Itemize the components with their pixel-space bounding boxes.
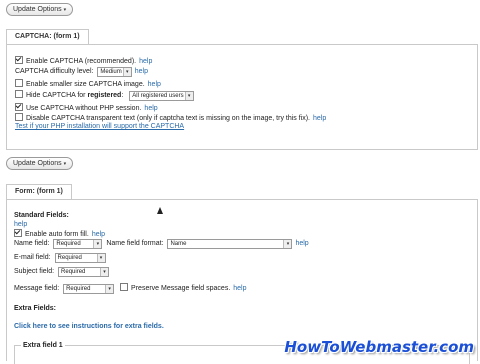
difficulty-row: CAPTCHA difficulty level: Medium ▾ help [15,67,148,77]
message-field-value: Required [66,286,91,292]
email-field-value: Required [57,255,82,261]
chevron-down-icon: ▾ [63,161,67,167]
help-link[interactable]: help [92,231,105,238]
chevron-down-icon: ▾ [184,92,193,100]
chevron-down-icon: ▾ [105,285,114,293]
autofill-row: Enable auto form fill. help [14,229,105,239]
test-php-link[interactable]: Test if your PHP installation will suppo… [15,123,184,130]
name-format-label: Name field format: [106,240,164,247]
update-options-label: Update Options [13,160,62,167]
mouse-cursor-icon [157,207,163,214]
autofill-checkbox[interactable] [14,229,22,237]
email-field-label: E-mail field: [14,254,51,261]
hide-captcha-select-value: All registered users [132,93,184,99]
email-field-row: E-mail field: Required ▾ [14,253,106,263]
help-link[interactable]: help [233,285,246,292]
name-format-select[interactable]: Name ▾ [167,239,293,249]
subject-field-label: Subject field: [14,268,55,275]
tab-captcha[interactable]: CAPTCHA: (form 1) [6,29,89,44]
name-format-value: Name [170,241,187,247]
transparent-checkbox[interactable] [15,113,23,121]
without-session-label: Use CAPTCHA without PHP session. [26,105,142,112]
difficulty-label: CAPTCHA difficulty level: [15,68,94,75]
without-session-checkbox[interactable] [15,103,23,111]
chevron-down-icon: ▾ [93,240,102,248]
message-field-row: Message field: Required ▾ Preserve Messag… [14,283,247,294]
watermark-logo: HowToWebmaster.com [284,338,474,356]
help-link[interactable]: help [139,58,152,65]
smaller-captcha-row: Enable smaller size CAPTCHA image. help [15,79,161,89]
test-link-row: Test if your PHP installation will suppo… [15,122,184,132]
update-options-button-2[interactable]: Update Options ▾ [6,157,74,170]
chevron-down-icon: ▾ [283,240,292,248]
help-link[interactable]: help [148,81,161,88]
hide-captcha-label: Hide CAPTCHA for [26,92,86,99]
message-field-select[interactable]: Required ▾ [63,284,115,294]
extra-fields-heading: Extra Fields: [14,305,57,312]
difficulty-value: Medium [100,69,122,75]
smaller-captcha-label: Enable smaller size CAPTCHA image. [26,81,145,88]
name-field-label: Name field: [14,240,50,247]
chevron-down-icon: ▾ [100,268,109,276]
extra-fields-link[interactable]: Click here to see instructions for extra… [14,322,164,332]
help-link[interactable]: help [144,105,157,112]
hide-captcha-bold: registered [87,92,122,99]
subject-field-value: Required [61,269,86,275]
subject-field-row: Subject field: Required ▾ [14,267,110,277]
subject-field-select[interactable]: Required ▾ [58,267,110,277]
help-link[interactable]: help [313,115,326,122]
enable-captcha-row: Enable CAPTCHA (recommended). help [15,56,152,66]
colon: : [121,92,124,99]
name-field-select[interactable]: Required ▾ [53,239,103,249]
hide-captcha-select[interactable]: All registered users ▾ [129,91,194,101]
chevron-down-icon: ▾ [63,7,67,13]
captcha-panel: Enable CAPTCHA (recommended). help CAPTCH… [6,44,478,150]
without-session-row: Use CAPTCHA without PHP session. help [15,103,158,113]
autofill-label: Enable auto form fill. [25,231,89,238]
hide-captcha-row: Hide CAPTCHA for registered: All registe… [15,90,194,101]
chevron-down-icon: ▾ [96,254,105,262]
hide-captcha-checkbox[interactable] [15,90,23,98]
message-field-label: Message field: [14,285,60,292]
update-options-button[interactable]: Update Options ▾ [6,3,74,16]
difficulty-select[interactable]: Medium ▾ [97,67,132,77]
email-field-select[interactable]: Required ▾ [54,253,106,263]
update-options-label: Update Options [13,6,62,13]
help-link[interactable]: help [135,68,148,75]
extra-field-1-legend: Extra field 1 [21,342,65,349]
name-field-value: Required [56,241,81,247]
preserve-checkbox[interactable] [120,283,129,291]
help-link[interactable]: help [295,240,308,247]
enable-captcha-label: Enable CAPTCHA (recommended). [26,58,137,65]
form-panel: Standard Fields: help Enable auto form f… [6,199,478,364]
preserve-label: Preserve Message field spaces. [131,285,231,292]
tab-form[interactable]: Form: (form 1) [6,184,72,199]
name-field-row: Name field: Required ▾ Name field format:… [14,239,309,249]
enable-captcha-checkbox[interactable] [15,56,23,64]
smaller-captcha-checkbox[interactable] [15,79,23,87]
chevron-down-icon: ▾ [122,68,131,76]
transparent-label: Disable CAPTCHA transparent text (only i… [26,115,310,122]
